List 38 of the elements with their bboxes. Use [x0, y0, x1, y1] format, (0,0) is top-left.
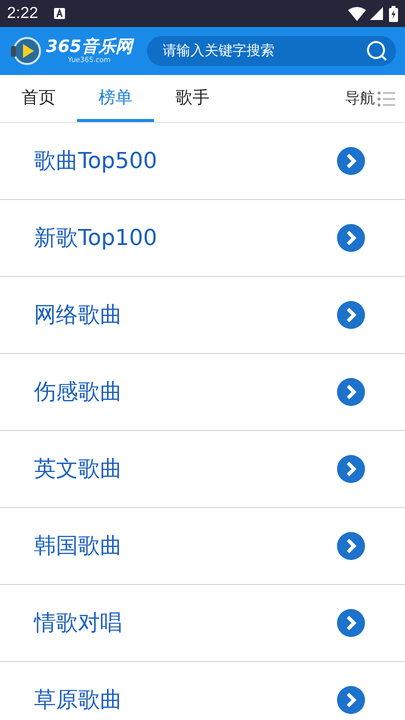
chevron-right-icon [337, 147, 365, 175]
chart-list-item[interactable]: 网络歌曲 [0, 277, 405, 354]
nav-menu-button[interactable]: 导航 [345, 75, 405, 122]
chart-list-item[interactable]: 伤感歌曲 [0, 354, 405, 431]
chart-title: 网络歌曲 [34, 302, 123, 330]
menu-icon [377, 90, 395, 106]
battery-icon [389, 6, 398, 22]
chart-title: 情歌对唱 [34, 610, 123, 638]
search-field[interactable]: 请输入关键字搜索 [146, 36, 396, 66]
chevron-right-icon [337, 609, 365, 637]
logo-text: 365音乐网 [46, 38, 132, 56]
chart-title: 歌曲Top500 [34, 148, 158, 176]
chevron-right-icon [337, 301, 365, 329]
chart-list-item[interactable]: 新歌Top100 [0, 200, 405, 277]
chevron-right-icon [337, 532, 365, 560]
chevron-right-icon [337, 686, 365, 714]
chart-title: 新歌Top100 [34, 224, 158, 252]
music-logo-icon [9, 36, 43, 66]
wifi-icon [348, 6, 366, 20]
signal-icon [370, 7, 383, 20]
nav-tab[interactable]: 首页 [0, 75, 77, 122]
chevron-right-icon [337, 455, 365, 483]
chart-list-item[interactable]: 英文歌曲 [0, 431, 405, 508]
notification-icon [54, 8, 66, 19]
status-time: 2:22 [7, 4, 38, 24]
nav-tab[interactable]: 歌手 [154, 75, 231, 122]
chart-title: 韩国歌曲 [34, 532, 123, 560]
chart-title: 英文歌曲 [34, 456, 123, 484]
chart-title: 伤感歌曲 [34, 378, 123, 406]
chart-list-item[interactable]: 韩国歌曲 [0, 508, 405, 585]
chart-list-item[interactable]: 歌曲Top500 [0, 123, 405, 200]
chart-list-item[interactable]: 情歌对唱 [0, 585, 405, 662]
chevron-right-icon [337, 378, 365, 406]
search-icon[interactable] [366, 40, 388, 62]
chevron-right-icon [337, 224, 365, 252]
chart-list-item[interactable]: 草原歌曲 [0, 662, 405, 720]
chart-title: 草原歌曲 [34, 686, 123, 714]
nav-tab[interactable]: 榜单 [77, 75, 154, 122]
